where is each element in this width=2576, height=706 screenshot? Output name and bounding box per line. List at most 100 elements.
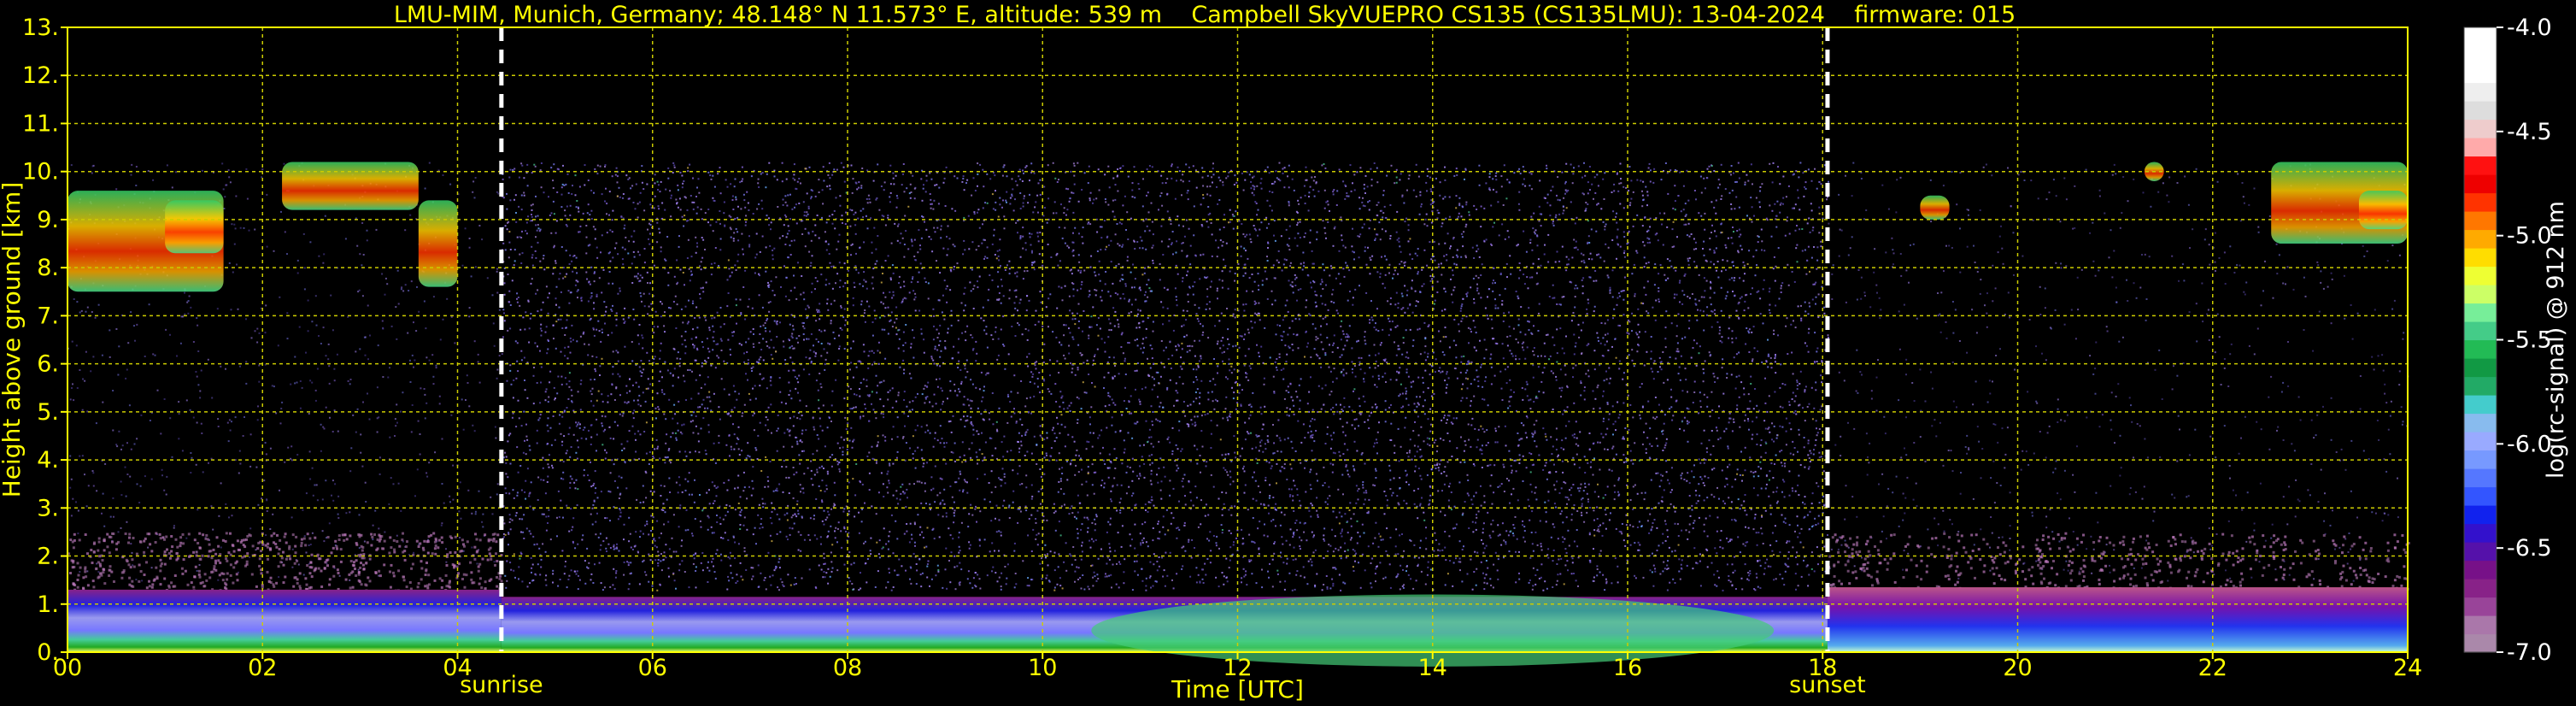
noise-dot (547, 522, 549, 524)
noise-dot (516, 292, 519, 295)
noise-dot (1508, 236, 1510, 238)
noise-dot (1112, 356, 1115, 359)
noise-dot (1464, 178, 1465, 180)
noise-dot (719, 307, 722, 309)
noise-dot (599, 165, 601, 168)
noise-dot (803, 327, 806, 330)
noise-dot (1492, 178, 1494, 180)
noise-dot (1152, 539, 1154, 542)
noise-dot (1408, 451, 1411, 454)
noise-dot (858, 181, 860, 184)
noise-dot (590, 390, 592, 392)
noise-dot (867, 367, 870, 369)
noise-dot (1818, 456, 1821, 459)
noise-dot (1811, 492, 1814, 495)
noise-dot (888, 479, 890, 482)
noise-dot (1568, 258, 1570, 261)
noise-dot (548, 396, 550, 398)
noise-dot (504, 533, 507, 536)
noise-dot (697, 392, 700, 395)
noise-dot (1631, 349, 1634, 351)
noise-dot (1036, 361, 1038, 363)
noise-dot (1150, 483, 1153, 485)
noise-dot (953, 345, 955, 348)
noise-dot (1225, 376, 1227, 379)
noise-dot (1083, 516, 1086, 519)
noise-dot (1270, 468, 1272, 470)
noise-dot (887, 216, 889, 219)
noise-dot (1331, 293, 1334, 296)
noise-dot (1072, 295, 1075, 297)
noise-dot (999, 197, 1001, 199)
noise-dot (834, 494, 836, 497)
noise-dot (1260, 439, 1263, 442)
noise-dot (539, 228, 542, 231)
noise-dot (1416, 255, 1418, 257)
noise-dot (592, 503, 595, 506)
noise-dot (1043, 379, 1046, 382)
noise-dot (930, 207, 932, 209)
noise-dot (1679, 379, 1681, 381)
noise-dot (1256, 185, 1259, 187)
noise-dot (795, 387, 797, 390)
noise-dot (1423, 519, 1426, 521)
noise-dot (549, 370, 552, 373)
noise-dot (771, 432, 772, 434)
noise-dot (788, 476, 790, 479)
noise-dot (1429, 423, 1432, 426)
noise-dot (637, 430, 640, 432)
noise-dot (566, 173, 569, 175)
noise-dot (601, 357, 603, 360)
noise-dot (1212, 400, 1214, 403)
noise-dot (1218, 279, 1221, 281)
noise-dot (1135, 388, 1136, 391)
noise-dot (995, 201, 997, 203)
noise-dot (1223, 258, 1225, 261)
noise-dot (1229, 470, 1231, 473)
noise-dot (1072, 211, 1075, 214)
noise-dot (720, 350, 723, 351)
noise-dot (1375, 322, 1376, 325)
noise-dot (1030, 244, 1032, 246)
noise-dot (864, 321, 866, 323)
noise-dot (1000, 588, 1002, 591)
noise-dot (1702, 380, 1705, 383)
noise-dot (1249, 238, 1252, 240)
noise-dot (851, 243, 854, 245)
noise-dot (1077, 303, 1080, 305)
noise-dot (1476, 369, 1478, 372)
noise-dot (971, 194, 973, 197)
noise-dot (919, 248, 922, 250)
noise-dot (635, 450, 637, 453)
noise-dot (1369, 319, 1371, 321)
noise-dot (1116, 484, 1118, 486)
noise-dot (619, 511, 622, 514)
noise-dot (1584, 209, 1587, 212)
noise-dot (1792, 546, 1794, 549)
noise-dot (977, 162, 979, 165)
noise-dot (1136, 313, 1139, 315)
noise-dot (1716, 570, 1719, 573)
noise-dot (1234, 316, 1236, 319)
noise-dot (938, 344, 941, 346)
noise-dot (827, 530, 830, 532)
noise-dot (963, 479, 965, 481)
noise-dot (1270, 465, 1273, 468)
noise-dot (1615, 527, 1617, 530)
noise-dot (1441, 274, 1443, 276)
noise-dot (939, 477, 942, 479)
noise-dot (1285, 539, 1288, 542)
noise-dot (1266, 535, 1269, 538)
noise-dot (634, 208, 637, 210)
noise-dot (959, 550, 961, 552)
noise-dot (1142, 338, 1145, 340)
noise-dot (1261, 279, 1264, 282)
noise-dot (1547, 556, 1550, 559)
noise-dot (1491, 327, 1493, 330)
noise-dot (1054, 383, 1057, 385)
noise-dot (592, 327, 595, 329)
noise-dot (840, 436, 842, 438)
noise-dot (1008, 504, 1011, 507)
noise-dot (1189, 403, 1192, 406)
noise-dot (1364, 343, 1367, 345)
